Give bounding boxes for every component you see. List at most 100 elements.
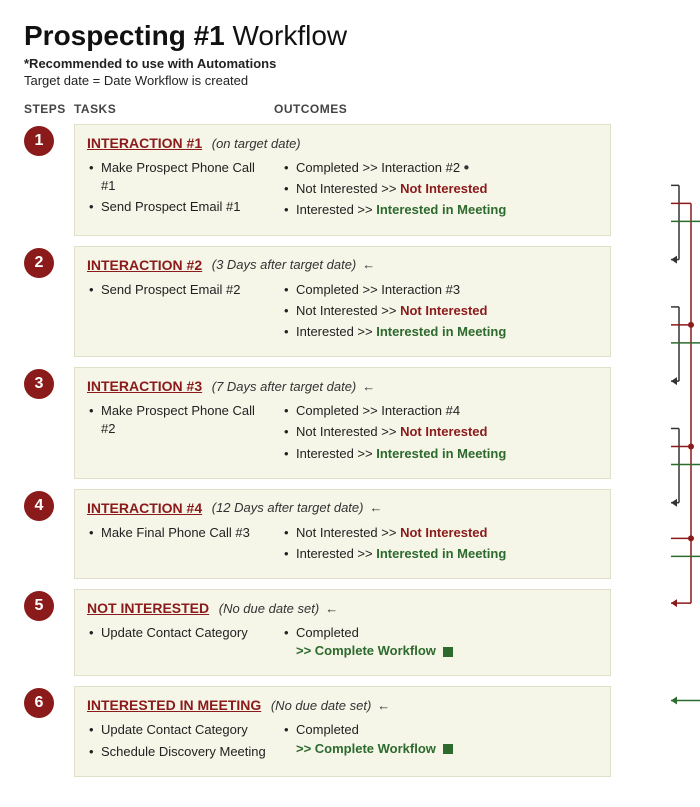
outcome-interested: Interested >> Interested in Meeting [282, 323, 598, 341]
outcome-not-interested: Not Interested >> Not Interested [282, 524, 598, 542]
step-2-outcomes: Completed >> Interaction #3 Not Interest… [282, 281, 598, 345]
step-1-number-col: 1 [24, 124, 74, 156]
subtitle-regular: Target date = Date Workflow is created [24, 73, 676, 88]
workflow-diagram: 1 INTERACTION #1 (on target date) Make P… [24, 124, 676, 777]
outcome-interested: Interested >> Interested in Meeting [282, 445, 598, 463]
outcome-completed-workflow: Completed >> Complete Workflow [282, 624, 598, 660]
step-3: 3 INTERACTION #3 (7 Days after target da… [24, 367, 611, 479]
outcome-completed: Completed >> Interaction #3 [282, 281, 598, 299]
step-5-number-col: 5 [24, 589, 74, 621]
step-6-outcome-list: Completed >> Complete Workflow [282, 721, 598, 757]
step-2: 2 INTERACTION #2 (3 Days after target da… [24, 246, 611, 358]
col-header-steps: STEPS [24, 102, 74, 116]
step-4-heading: INTERACTION #4 [87, 500, 202, 516]
page-header: Prospecting #1 Workflow *Recommended to … [24, 20, 676, 88]
title-bold: Prospecting #1 [24, 20, 225, 51]
step-4-content: INTERACTION #4 (12 Days after target dat… [74, 489, 611, 579]
step-1: 1 INTERACTION #1 (on target date) Make P… [24, 124, 611, 236]
step-1-heading: INTERACTION #1 [87, 135, 202, 151]
complete-square-icon [443, 647, 453, 657]
page-title: Prospecting #1 Workflow [24, 20, 676, 52]
complete-workflow-text: >> Complete Workflow [296, 643, 453, 658]
step-6-tasks: Update Contact Category Schedule Discove… [87, 721, 272, 763]
step-1-outcome-list: Completed >> Interaction #2 • Not Intere… [282, 159, 598, 220]
step-4-outcomes: Not Interested >> Not Interested Interes… [282, 524, 598, 566]
outcome-completed-workflow: Completed >> Complete Workflow [282, 721, 598, 757]
step-3-task-list: Make Prospect Phone Call #2 [87, 402, 272, 438]
step-5-tasks: Update Contact Category [87, 624, 272, 663]
col-header-tasks: TASKS [74, 102, 274, 116]
title-light: Workflow [225, 20, 347, 51]
step-3-outcome-list: Completed >> Interaction #4 Not Interest… [282, 402, 598, 463]
step-1-timing: (on target date) [212, 136, 301, 151]
step-5-heading: NOT INTERESTED [87, 600, 209, 616]
step-2-body: Send Prospect Email #2 Completed >> Inte… [87, 281, 598, 345]
step-3-number-col: 3 [24, 367, 74, 399]
step-4-timing: (12 Days after target date) [208, 500, 363, 515]
step-3-heading: INTERACTION #3 [87, 378, 202, 394]
outcome-not-interested: Not Interested >> Not Interested [282, 302, 598, 320]
connector-lines-svg [671, 124, 700, 787]
step-6: 6 INTERESTED IN MEETING (No due date set… [24, 686, 611, 776]
outcome-not-interested: Not Interested >> Not Interested [282, 180, 598, 198]
step-5-outcome-list: Completed >> Complete Workflow [282, 624, 598, 660]
step-6-task-list: Update Contact Category Schedule Discove… [87, 721, 272, 760]
step-4-outcome-list: Not Interested >> Not Interested Interes… [282, 524, 598, 563]
step-4: 4 INTERACTION #4 (12 Days after target d… [24, 489, 611, 579]
outcome-interested: Interested >> Interested in Meeting [282, 201, 598, 219]
step-3-timing: (7 Days after target date) [208, 379, 356, 394]
task-item: Make Final Phone Call #3 [87, 524, 272, 542]
column-headers: STEPS TASKS OUTCOMES [24, 102, 676, 116]
complete-square-icon-2 [443, 744, 453, 754]
step-4-circle: 4 [24, 491, 54, 521]
step-2-tasks: Send Prospect Email #2 [87, 281, 272, 345]
step-4-number-col: 4 [24, 489, 74, 521]
step-5-content: NOT INTERESTED (No due date set) ← Updat… [74, 589, 611, 676]
step-1-content: INTERACTION #1 (on target date) Make Pro… [74, 124, 611, 236]
step-2-outcome-list: Completed >> Interaction #3 Not Interest… [282, 281, 598, 342]
step-1-body: Make Prospect Phone Call #1 Send Prospec… [87, 159, 598, 223]
outcome-completed: Completed >> Interaction #4 [282, 402, 598, 420]
task-item: Schedule Discovery Meeting [87, 743, 272, 761]
outcome-interested: Interested >> Interested in Meeting [282, 545, 598, 563]
step-2-task-list: Send Prospect Email #2 [87, 281, 272, 299]
step-6-heading: INTERESTED IN MEETING [87, 697, 261, 713]
step-2-circle: 2 [24, 248, 54, 278]
outcome-not-interested: Not Interested >> Not Interested [282, 423, 598, 441]
step-5-timing: (No due date set) [215, 601, 319, 616]
col-header-outcomes: OUTCOMES [274, 102, 676, 116]
task-item: Update Contact Category [87, 624, 272, 642]
step-6-content: INTERESTED IN MEETING (No due date set) … [74, 686, 611, 776]
step-3-circle: 3 [24, 369, 54, 399]
step-1-circle: 1 [24, 126, 54, 156]
step-2-timing: (3 Days after target date) [208, 257, 356, 272]
complete-workflow-text-2: >> Complete Workflow [296, 741, 453, 756]
step-5: 5 NOT INTERESTED (No due date set) ← Upd… [24, 589, 611, 676]
step-5-task-list: Update Contact Category [87, 624, 272, 642]
step-3-body: Make Prospect Phone Call #2 Completed >>… [87, 402, 598, 466]
step-4-task-list: Make Final Phone Call #3 [87, 524, 272, 542]
step-4-tasks: Make Final Phone Call #3 [87, 524, 272, 566]
step-5-circle: 5 [24, 591, 54, 621]
step-1-outcomes: Completed >> Interaction #2 • Not Intere… [282, 159, 598, 223]
step-5-body: Update Contact Category Completed >> Com… [87, 624, 598, 663]
step-6-number-col: 6 [24, 686, 74, 718]
step-2-heading: INTERACTION #2 [87, 257, 202, 273]
step-6-body: Update Contact Category Schedule Discove… [87, 721, 598, 763]
step-2-number-col: 2 [24, 246, 74, 278]
step-1-tasks: Make Prospect Phone Call #1 Send Prospec… [87, 159, 272, 223]
task-item: Make Prospect Phone Call #1 [87, 159, 272, 195]
step-1-task-list: Make Prospect Phone Call #1 Send Prospec… [87, 159, 272, 217]
step-3-content: INTERACTION #3 (7 Days after target date… [74, 367, 611, 479]
task-item: Update Contact Category [87, 721, 272, 739]
task-item: Send Prospect Email #2 [87, 281, 272, 299]
step-3-tasks: Make Prospect Phone Call #2 [87, 402, 272, 466]
step-6-timing: (No due date set) [267, 698, 371, 713]
step-4-body: Make Final Phone Call #3 Not Interested … [87, 524, 598, 566]
step-2-content: INTERACTION #2 (3 Days after target date… [74, 246, 611, 358]
subtitle-bold: *Recommended to use with Automations [24, 56, 676, 71]
step-3-outcomes: Completed >> Interaction #4 Not Interest… [282, 402, 598, 466]
task-item: Make Prospect Phone Call #2 [87, 402, 272, 438]
step-6-outcomes: Completed >> Complete Workflow [282, 721, 598, 763]
outcome-completed: Completed >> Interaction #2 • [282, 159, 598, 177]
